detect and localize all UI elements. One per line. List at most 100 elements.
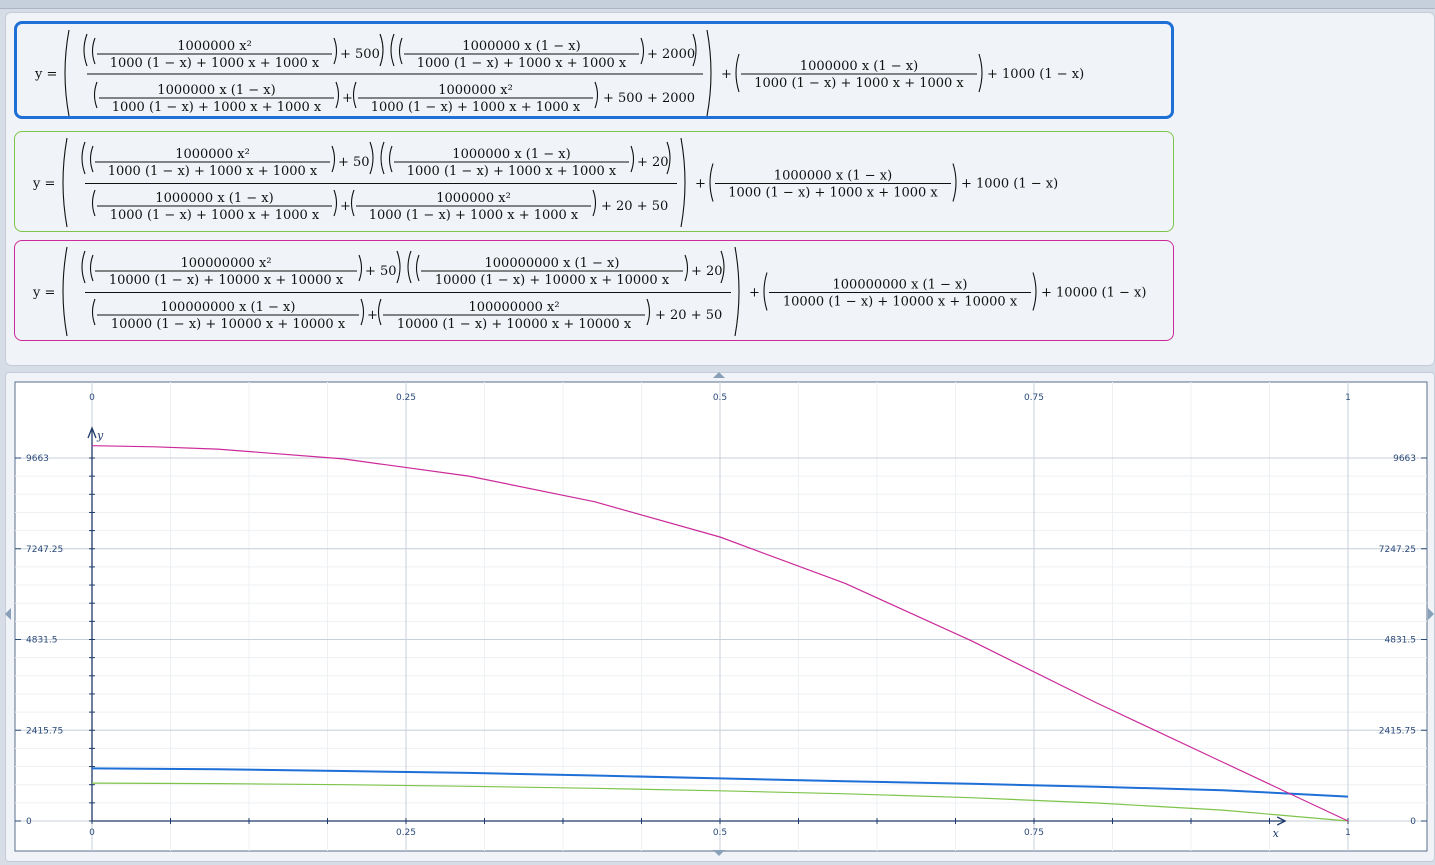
num2-constant: + 2000 xyxy=(647,47,695,62)
y-tick-label-left: 4831.5 xyxy=(26,636,58,646)
den2-numerator: 1000000 x² xyxy=(438,83,513,98)
num2-numerator: 1000000 x (1 − x) xyxy=(462,39,580,54)
outer-plus: + xyxy=(695,177,706,192)
num1-constant: + 50 xyxy=(365,264,397,279)
right-paren xyxy=(592,189,597,217)
y-tick-label-left: 9663 xyxy=(26,454,49,464)
left-paren xyxy=(91,189,96,217)
line-chart[interactable]: 0 0 0.25 0.25 0.5 0.5 0.75 0.75 1 1 0 0 2415.75 2415.… xyxy=(6,373,1434,861)
outer-plus: + xyxy=(721,67,732,82)
num1-denominator: 1000 (1 − x) + 1000 x + 1000 x xyxy=(110,56,320,71)
right-paren xyxy=(978,53,983,93)
right-paren xyxy=(379,33,384,67)
right-fraction-numerator: 100000000 x (1 − x) xyxy=(833,278,968,293)
formula-tail: + 10000 (1 − x) xyxy=(1041,286,1146,301)
right-fraction-numerator: 1000000 x (1 − x) xyxy=(800,59,918,74)
plot-area xyxy=(14,381,1428,852)
formula-panel: y = 1000000 x² 1000 (1 − x) + 1000 x + 100… xyxy=(5,12,1435,366)
right-paren xyxy=(369,141,374,175)
right-fraction-denominator: 10000 (1 − x) + 10000 x + 10000 x xyxy=(783,295,1018,310)
y-tick-label-left: 7247.25 xyxy=(26,545,63,555)
resize-right-handle[interactable] xyxy=(1428,608,1434,620)
right-paren xyxy=(358,254,363,282)
top-toolbar-strip xyxy=(0,0,1435,9)
x-tick-label-top: 0.25 xyxy=(396,393,416,403)
left-paren xyxy=(81,141,86,175)
left-paren xyxy=(83,33,88,67)
den1-denominator: 10000 (1 − x) + 10000 x + 10000 x xyxy=(111,317,346,332)
den2-denominator: 10000 (1 − x) + 10000 x + 10000 x xyxy=(397,317,632,332)
num2-constant: + 20 xyxy=(691,264,723,279)
left-paren xyxy=(81,250,86,284)
x-tick-label: 0.5 xyxy=(713,828,727,838)
left-paren xyxy=(415,254,420,282)
num1-denominator: 1000 (1 − x) + 1000 x + 1000 x xyxy=(108,164,318,179)
num1-denominator: 10000 (1 − x) + 10000 x + 10000 x xyxy=(109,273,344,288)
right-paren xyxy=(333,189,338,217)
right-paren xyxy=(396,250,401,284)
num2-constant: + 20 xyxy=(637,155,669,170)
left-paren xyxy=(390,33,395,67)
den1-denominator: 1000 (1 − x) + 1000 x + 1000 x xyxy=(110,208,320,223)
right-paren xyxy=(640,37,645,65)
formula-blue: y = 1000000 x² 1000 (1 − x) + 1000 x + 100… xyxy=(34,29,1084,117)
x-tick-label-top: 1 xyxy=(1345,393,1351,403)
left-paren xyxy=(352,81,357,109)
den2-denominator: 1000 (1 − x) + 1000 x + 1000 x xyxy=(369,208,579,223)
y-tick-label-right: 7247.25 xyxy=(1379,545,1416,555)
x-tick-label: 0.75 xyxy=(1024,828,1044,838)
left-paren xyxy=(388,145,393,173)
formula-card-magenta[interactable]: y = 100000000 x² 10000 (1 − x) + 10000 x +… xyxy=(14,240,1174,341)
right-paren xyxy=(734,246,740,337)
den1-numerator: 100000000 x (1 − x) xyxy=(161,300,296,315)
den1-denominator: 1000 (1 − x) + 1000 x + 1000 x xyxy=(112,100,322,115)
den-tail: + 20 + 50 xyxy=(601,199,668,214)
resize-down-handle[interactable] xyxy=(713,850,725,856)
right-paren xyxy=(360,298,365,326)
right-fraction-denominator: 1000 (1 − x) + 1000 x + 1000 x xyxy=(754,76,964,91)
x-tick-label: 1 xyxy=(1345,828,1351,838)
y-tick-label-left: 2415.75 xyxy=(26,726,63,736)
den-tail: + 500 + 2000 xyxy=(603,91,695,106)
den-plus: + xyxy=(340,199,351,214)
right-paren xyxy=(331,145,336,173)
left-paren xyxy=(93,81,98,109)
formula-magenta: y = 100000000 x² 10000 (1 − x) + 10000 x +… xyxy=(32,246,1146,337)
num1-constant: + 500 xyxy=(340,47,380,62)
x-tick-label: 0 xyxy=(89,828,95,838)
right-fraction-denominator: 1000 (1 − x) + 1000 x + 1000 x xyxy=(728,186,938,201)
left-paren xyxy=(62,137,68,228)
right-paren xyxy=(680,137,686,228)
formula-card-green[interactable]: y = 1000000 x² 1000 (1 − x) + 1000 x + 100… xyxy=(14,131,1174,232)
num2-numerator: 1000000 x (1 − x) xyxy=(452,147,570,162)
formula-tail: + 1000 (1 − x) xyxy=(987,67,1084,82)
num1-numerator: 1000000 x² xyxy=(175,147,250,162)
resize-up-handle[interactable] xyxy=(713,372,725,378)
left-paren xyxy=(89,145,94,173)
y-tick-label-right: 9663 xyxy=(1393,454,1416,464)
right-paren xyxy=(335,81,340,109)
right-paren xyxy=(630,145,635,173)
left-paren xyxy=(91,37,96,65)
resize-left-handle[interactable] xyxy=(5,608,11,620)
right-fraction-numerator: 1000000 x (1 − x) xyxy=(774,169,892,184)
left-paren xyxy=(398,37,403,65)
num2-denominator: 1000 (1 − x) + 1000 x + 1000 x xyxy=(407,164,617,179)
num1-constant: + 50 xyxy=(338,155,370,170)
num2-denominator: 10000 (1 − x) + 10000 x + 10000 x xyxy=(435,273,670,288)
den-tail: + 20 + 50 xyxy=(655,308,722,323)
outer-plus: + xyxy=(749,286,760,301)
left-paren xyxy=(91,298,96,326)
formula-card-blue[interactable]: y = 1000000 x² 1000 (1 − x) + 1000 x + 100… xyxy=(14,21,1174,119)
formula-tail: + 1000 (1 − x) xyxy=(961,177,1058,192)
x-tick-label-top: 0.75 xyxy=(1024,393,1044,403)
num2-numerator: 100000000 x (1 − x) xyxy=(485,256,620,271)
plot-panel[interactable]: 0 0 0.25 0.25 0.5 0.5 0.75 0.75 1 1 0 0 2415.75 2415.… xyxy=(5,372,1435,862)
den2-numerator: 1000000 x² xyxy=(436,191,511,206)
den-plus: + xyxy=(342,91,353,106)
left-paren xyxy=(763,272,768,311)
den-plus: + xyxy=(367,308,378,323)
y-tick-label-left: 0 xyxy=(26,817,32,827)
left-paren xyxy=(407,250,412,284)
right-paren xyxy=(333,37,338,65)
